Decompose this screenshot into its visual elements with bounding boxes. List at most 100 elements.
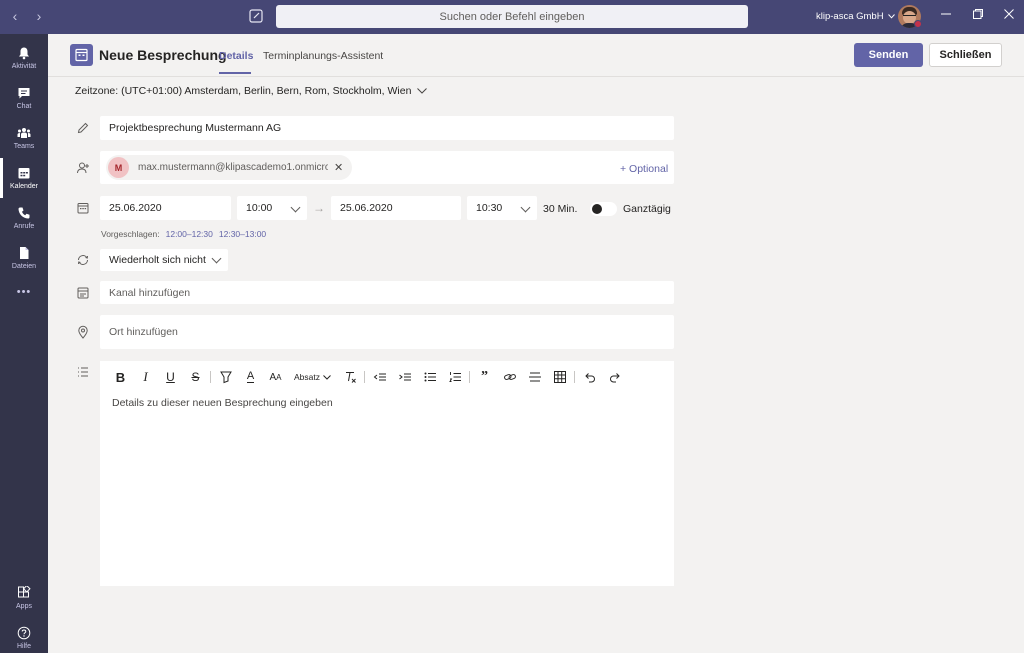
rail-item-teams[interactable]: Teams [0, 118, 48, 158]
rail-item-label: Hilfe [16, 643, 31, 650]
quote-button[interactable]: ” [472, 369, 497, 385]
channel-input[interactable]: Kanal hinzufügen [100, 281, 674, 304]
toggle-knob [592, 204, 602, 214]
attendee-chip[interactable]: M max.mustermann@klipascademo1.onmicroso… [106, 155, 352, 180]
outdent-icon [373, 373, 386, 381]
rail-item-hilfe[interactable]: Hilfe [0, 618, 48, 653]
tab-terminplanungs-assistent[interactable]: Terminplanungs-Assistent [263, 50, 383, 62]
toolbar-divider [364, 371, 365, 383]
timezone-selector[interactable]: Zeitzone: (UTC+01:00) Amsterdam, Berlin,… [75, 85, 428, 97]
rail-item-chat[interactable]: Chat [0, 78, 48, 118]
chevron-down-icon [211, 253, 222, 264]
rail-item-aktivitaet[interactable]: Aktivität [0, 38, 48, 78]
indent-button[interactable] [392, 369, 417, 385]
undo-icon [584, 373, 595, 383]
link-button[interactable] [497, 369, 522, 385]
attendee-email: max.mustermann@klipascademo1.onmicrosoft… [138, 162, 328, 173]
font-color-button[interactable]: A [238, 369, 263, 385]
tab-details[interactable]: Details [219, 50, 253, 62]
location-input[interactable]: Ort hinzufügen [100, 315, 674, 349]
allday-label: Ganztägig [623, 203, 671, 215]
rail-item-label: Teams [13, 143, 35, 150]
calendar-icon [18, 168, 30, 179]
toolbar-divider [574, 371, 575, 383]
format-toolbar: B I U S A AA Absatz ” [108, 369, 627, 385]
bullet-list-button[interactable] [417, 369, 442, 385]
close-window-icon[interactable] [1001, 8, 1017, 24]
italic-button[interactable]: I [133, 369, 158, 385]
app-rail: Aktivität Chat Teams Kalender Anrufe Dat… [0, 34, 48, 653]
compose-icon[interactable] [248, 8, 264, 24]
horizontal-rule-button[interactable] [522, 369, 547, 385]
active-tab-indicator [219, 72, 251, 74]
numbered-list-icon [448, 372, 461, 382]
paragraph-style-select[interactable]: Absatz [288, 372, 337, 382]
location-pin-icon [78, 325, 88, 339]
end-date-input[interactable]: 25.06.2020 [331, 196, 461, 220]
calendar-icon [77, 203, 89, 214]
meeting-header: Neue Besprechung Details Terminplanungs-… [48, 34, 1024, 77]
rail-item-label: Kalender [9, 183, 39, 190]
clear-format-icon [345, 372, 356, 383]
undo-button[interactable] [577, 369, 602, 385]
suggested-slot[interactable]: 12:30–13:00 [219, 229, 266, 239]
highlight-button[interactable] [213, 369, 238, 385]
suggested-label: Vorgeschlagen: [101, 229, 160, 239]
remove-attendee-icon[interactable]: ✕ [334, 161, 343, 174]
rail-item-label: Chat [16, 103, 32, 110]
title-bar: ‹ › Suchen oder Befehl eingeben klip-asc… [0, 0, 1024, 34]
start-time-value: 10:00 [246, 202, 273, 214]
chevron-down-icon [520, 202, 531, 213]
font-size-button[interactable]: AA [263, 369, 288, 385]
toolbar-divider [210, 371, 211, 383]
restore-icon[interactable] [970, 8, 986, 24]
start-date-input[interactable]: 25.06.2020 [100, 196, 231, 220]
chevron-down-icon [417, 88, 428, 94]
table-button[interactable] [547, 369, 572, 385]
add-optional-button[interactable]: + Optional [620, 163, 668, 175]
highlight-icon [219, 371, 232, 384]
indent-icon [398, 373, 411, 381]
suggested-slot[interactable]: 12:00–12:30 [166, 229, 213, 239]
chat-icon [18, 88, 30, 99]
bullet-list-icon [424, 372, 436, 382]
details-list-icon [78, 367, 88, 377]
back-arrow-icon[interactable]: ‹ [8, 8, 22, 24]
details-editor[interactable]: B I U S A AA Absatz ” Details zu dieser … [100, 361, 674, 586]
numbered-list-button[interactable] [442, 369, 467, 385]
presence-status-icon [914, 20, 922, 28]
phone-icon [18, 207, 30, 219]
underline-button[interactable]: U [158, 369, 183, 385]
page-title: Neue Besprechung [99, 47, 227, 63]
search-input[interactable]: Suchen oder Befehl eingeben [276, 5, 748, 28]
history-nav: ‹ › [8, 8, 46, 24]
redo-button[interactable] [602, 369, 627, 385]
close-button[interactable]: Schließen [929, 43, 1002, 67]
meeting-title-input[interactable]: Projektbesprechung Mustermann AG [100, 116, 674, 140]
bell-icon [19, 47, 29, 60]
end-time-select[interactable]: 10:30 [467, 196, 537, 220]
more-apps-button[interactable]: ••• [0, 272, 48, 312]
bold-button[interactable]: B [108, 369, 133, 385]
org-switcher[interactable]: klip-asca GmbH [816, 11, 895, 22]
rail-item-kalender[interactable]: Kalender [0, 158, 48, 198]
forward-arrow-icon[interactable]: › [32, 8, 46, 24]
chevron-down-icon [887, 14, 895, 19]
allday-toggle[interactable] [590, 202, 617, 216]
rail-item-apps[interactable]: Apps [0, 578, 48, 618]
help-icon [17, 626, 31, 640]
duration-label: 30 Min. [543, 203, 578, 215]
repeat-icon [78, 255, 88, 265]
strikethrough-button[interactable]: S [183, 369, 208, 385]
send-button[interactable]: Senden [854, 43, 923, 67]
outdent-button[interactable] [367, 369, 392, 385]
rail-item-anrufe[interactable]: Anrufe [0, 198, 48, 238]
more-icon: ••• [16, 286, 32, 298]
rail-item-label: Anrufe [13, 223, 35, 230]
repeat-value: Wiederholt sich nicht [109, 254, 206, 266]
clear-format-button[interactable] [337, 369, 362, 385]
repeat-select[interactable]: Wiederholt sich nicht [100, 249, 228, 271]
rail-item-label: Dateien [11, 263, 37, 270]
minimize-icon[interactable] [938, 8, 954, 24]
start-time-select[interactable]: 10:00 [237, 196, 307, 220]
